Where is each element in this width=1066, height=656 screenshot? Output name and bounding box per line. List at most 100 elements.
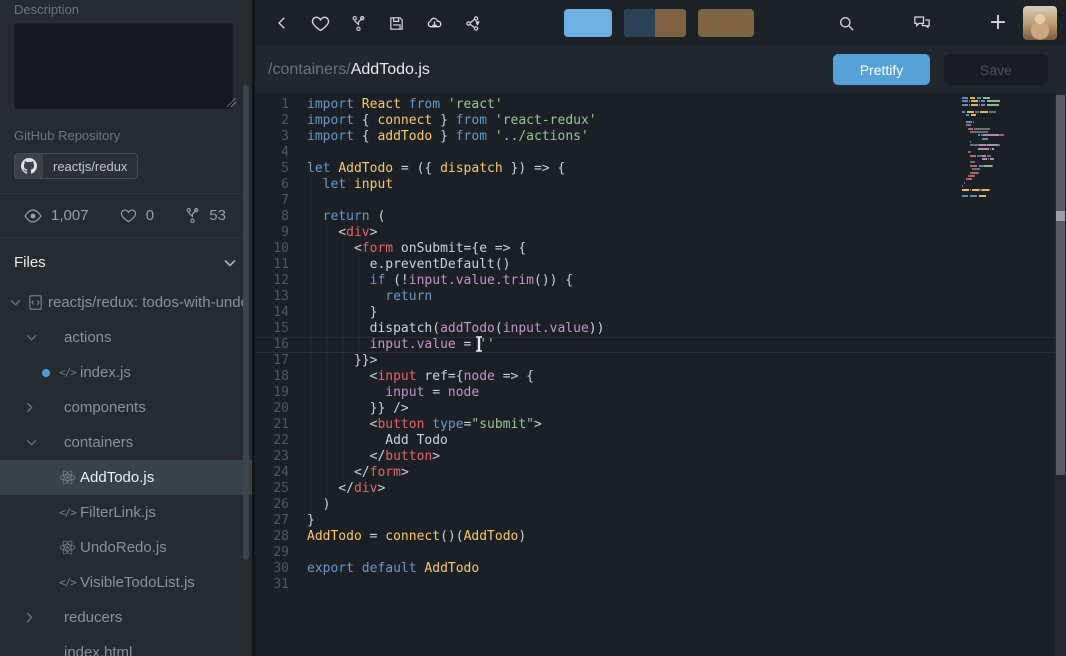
tree-item-label: VisibleTodoList.js <box>80 574 195 591</box>
code-line[interactable]: 31 <box>255 577 1066 593</box>
tree-item-actions[interactable]: actions <box>0 320 252 355</box>
chevron-down-icon[interactable] <box>224 259 236 267</box>
code-line[interactable]: 24 </form> <box>255 465 1066 481</box>
tree-item-addtodo-js[interactable]: AddTodo.js <box>0 460 252 495</box>
tree-item-undoredo-js[interactable]: UndoRedo.js <box>0 530 252 565</box>
code-line[interactable]: 23 </button> <box>255 449 1066 465</box>
download-icon[interactable] <box>415 8 453 38</box>
code-line[interactable]: 25 </div> <box>255 481 1066 497</box>
code-line[interactable]: 10 <form onSubmit={e => { <box>255 241 1066 257</box>
chevron-right-icon[interactable] <box>26 612 43 623</box>
code-line[interactable]: 2import { connect } from 'react-redux' <box>255 113 1066 129</box>
tree-item-filterlink-js[interactable]: </>FilterLink.js <box>0 495 252 530</box>
files-section-header[interactable]: Files <box>0 238 252 285</box>
code-text: </button> <box>299 449 440 465</box>
code-icon: </> <box>59 506 80 519</box>
like-icon[interactable] <box>301 8 339 38</box>
code-line[interactable]: 7 <box>255 193 1066 209</box>
chevron-down-icon[interactable] <box>10 299 27 306</box>
code-line[interactable]: 21 <button type="submit"> <box>255 417 1066 433</box>
share-icon[interactable]: ▾ <box>453 8 491 38</box>
code-text: </form> <box>299 465 409 481</box>
description-input[interactable] <box>14 23 233 109</box>
code-line[interactable]: 6 let input <box>255 177 1066 193</box>
preview-view-button[interactable] <box>698 9 754 37</box>
line-number: 23 <box>255 449 299 465</box>
avatar[interactable] <box>1023 6 1057 40</box>
editor-view-button[interactable] <box>564 9 612 37</box>
main-area: ▾ + /containers/AddTodo.js Prettify Save… <box>255 0 1066 656</box>
code-line[interactable]: 27} <box>255 513 1066 529</box>
code-text: let input <box>299 177 393 193</box>
code-line[interactable]: 16 input.value = '' <box>255 337 1066 353</box>
folder-icon <box>43 401 64 415</box>
chevron-down-icon[interactable] <box>26 334 43 341</box>
code-line[interactable]: 14 } <box>255 305 1066 321</box>
code-line[interactable]: 9 <div> <box>255 225 1066 241</box>
editor-scrollbar-thumb[interactable] <box>1056 95 1065 475</box>
tree-item-index-js[interactable]: </>index.js <box>0 355 252 390</box>
code-line[interactable]: 3import { addTodo } from '../actions' <box>255 129 1066 145</box>
code-line[interactable]: 13 return <box>255 289 1066 305</box>
code-line[interactable]: 11 e.preventDefault() <box>255 257 1066 273</box>
indent-guide <box>326 225 327 497</box>
fork-icon[interactable] <box>339 8 377 38</box>
line-number: 5 <box>255 161 299 177</box>
resize-handle-icon[interactable] <box>227 98 236 107</box>
code-line[interactable]: 8 return ( <box>255 209 1066 225</box>
code-line[interactable]: 26 ) <box>255 497 1066 513</box>
editor-scrollbar[interactable] <box>1055 93 1066 656</box>
tree-item-reactjs-redux-todos-with-undo[interactable]: reactjs/redux: todos-with-undo <box>0 285 252 320</box>
breadcrumb-path[interactable]: /containers/ <box>268 61 351 78</box>
topbar: ▾ + <box>255 0 1066 46</box>
text-cursor-icon <box>474 336 484 352</box>
tree-item-visibletodolist-js[interactable]: </>VisibleTodoList.js <box>0 565 252 600</box>
sandbox-stats: 1,007 0 53 <box>0 193 252 238</box>
repo-badge[interactable]: reactjs/redux <box>14 153 138 179</box>
code-line[interactable]: 17 }}> <box>255 353 1066 369</box>
code-line[interactable]: 5let AddTodo = ({ dispatch }) => { <box>255 161 1066 177</box>
code-line[interactable]: 15 dispatch(addTodo(input.value)) <box>255 321 1066 337</box>
tree-item-label: index.html <box>64 644 132 656</box>
tree-item-containers[interactable]: containers <box>0 425 252 460</box>
chevron-right-icon[interactable] <box>26 402 43 413</box>
code-text <box>299 577 307 593</box>
app-window: Description GitHub Repository reactjs/re… <box>0 0 1066 656</box>
save-icon[interactable] <box>377 8 415 38</box>
github-icon[interactable] <box>941 8 979 38</box>
back-icon[interactable] <box>263 8 301 38</box>
code-line[interactable]: 18 <input ref={node => { <box>255 369 1066 385</box>
chevron-down-icon[interactable] <box>26 439 43 446</box>
save-button[interactable]: Save <box>944 54 1048 85</box>
code-line[interactable]: 28AddTodo = connect()(AddTodo) <box>255 529 1066 545</box>
sidebar: Description GitHub Repository reactjs/re… <box>0 0 255 656</box>
code-line[interactable]: 12 if (!input.value.trim()) { <box>255 273 1066 289</box>
chat-icon[interactable] <box>903 8 941 38</box>
code-line[interactable]: 19 input = node <box>255 385 1066 401</box>
search-icon[interactable] <box>827 8 865 38</box>
code-editor[interactable]: 1import React from 'react'2import { conn… <box>255 93 1066 656</box>
code-line[interactable]: 22 Add Todo <box>255 433 1066 449</box>
breadcrumb-bar: /containers/AddTodo.js Prettify Save <box>255 46 1066 93</box>
twitter-icon[interactable] <box>865 8 903 38</box>
code-line[interactable]: 1import React from 'react' <box>255 97 1066 113</box>
line-number: 25 <box>255 481 299 497</box>
code-lines[interactable]: 1import React from 'react'2import { conn… <box>255 93 1066 593</box>
split-view-button[interactable] <box>624 9 686 37</box>
tree-item-label: FilterLink.js <box>80 504 156 521</box>
prettify-button[interactable]: Prettify <box>833 54 930 85</box>
line-number: 15 <box>255 321 299 337</box>
code-line[interactable]: 4 <box>255 145 1066 161</box>
sidebar-scrollbar[interactable] <box>243 85 249 560</box>
code-text: }} /> <box>299 401 409 417</box>
tree-item-reducers[interactable]: reducers <box>0 600 252 635</box>
new-icon[interactable]: + <box>979 8 1017 38</box>
code-line[interactable]: 30export default AddTodo <box>255 561 1066 577</box>
tree-item-index-html[interactable]: index.html <box>0 635 252 656</box>
likes-stat: 0 <box>120 207 154 224</box>
code-line[interactable]: 29 <box>255 545 1066 561</box>
code-line[interactable]: 20 }} /> <box>255 401 1066 417</box>
code-text: <input ref={node => { <box>299 369 534 385</box>
tree-item-components[interactable]: components <box>0 390 252 425</box>
minimap[interactable] <box>962 97 1012 202</box>
